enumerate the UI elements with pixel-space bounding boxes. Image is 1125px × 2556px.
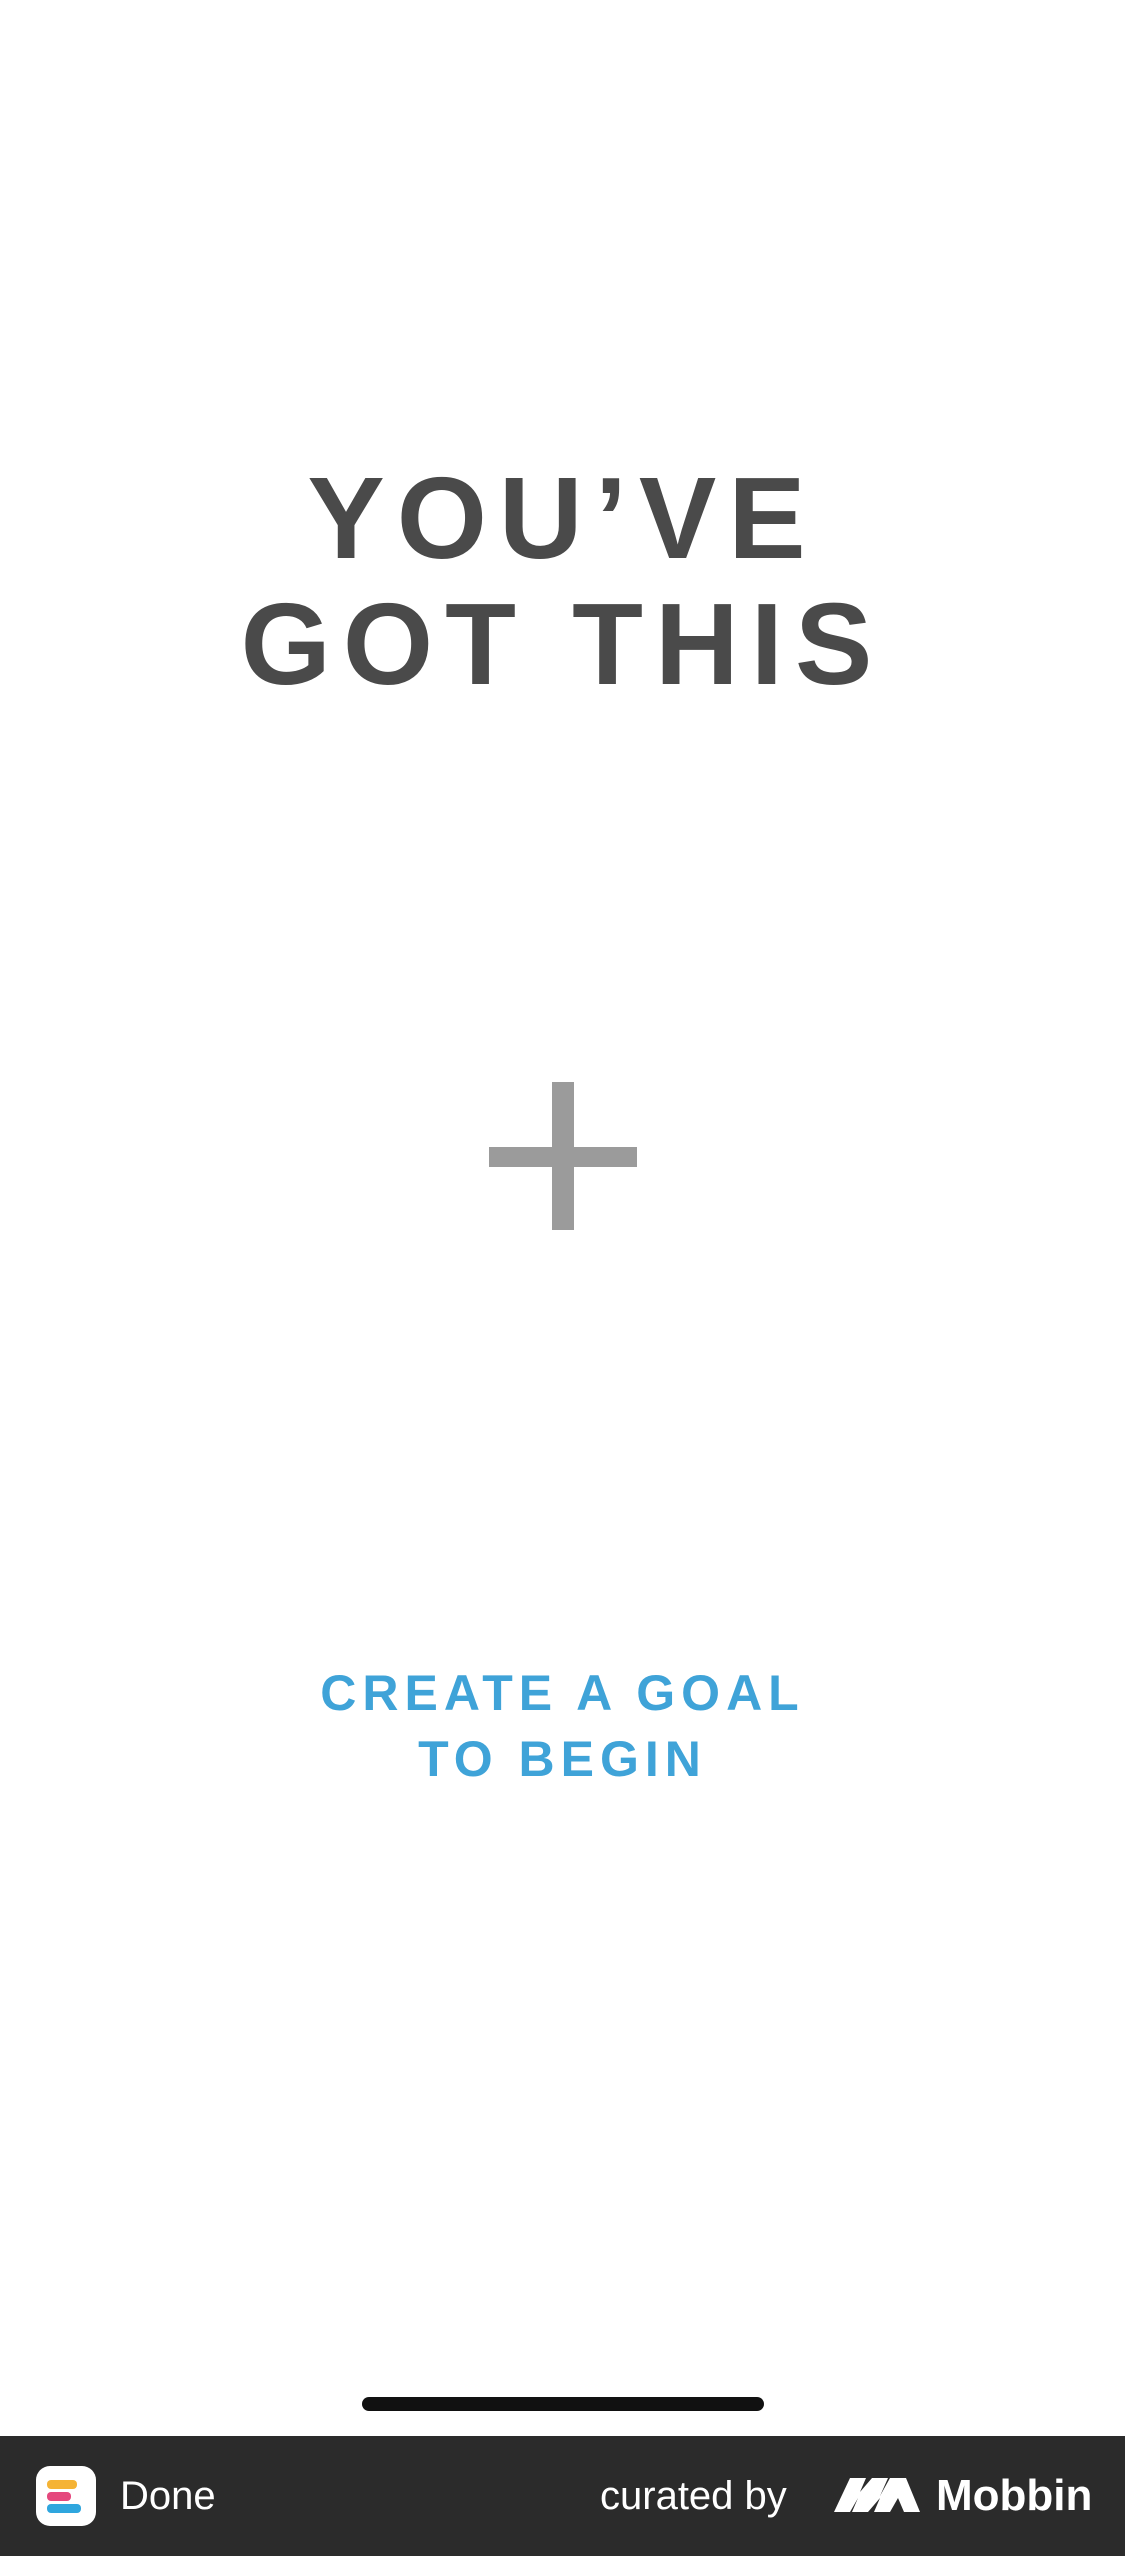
mobbin-brand-name: Mobbin [936,2471,1093,2520]
headline-line-1: YOU’VE [307,453,818,583]
add-goal-button[interactable] [489,1082,637,1230]
headline: YOU’VE GOT THIS [0,455,1125,707]
headline-line-2: GOT THIS [240,579,885,709]
app-name: Done [120,2474,216,2518]
app-icon [36,2466,96,2526]
goals-empty-screen: YOU’VE GOT THIS CREATE A GOAL TO BEGIN D… [0,0,1125,2556]
mobbin-logo: Mobbin [832,2464,1102,2528]
home-indicator[interactable] [362,2397,764,2411]
create-goal-link[interactable]: CREATE A GOAL TO BEGIN [0,1660,1125,1792]
attribution-bar: Done curated by Mobbin [0,2436,1125,2556]
curated-by-label: curated by [600,2474,787,2518]
plus-icon-vertical-bar [552,1082,574,1230]
create-goal-line-2: TO BEGIN [418,1731,707,1787]
create-goal-line-1: CREATE A GOAL [320,1665,805,1721]
mobbin-logo-icon [834,2478,920,2512]
